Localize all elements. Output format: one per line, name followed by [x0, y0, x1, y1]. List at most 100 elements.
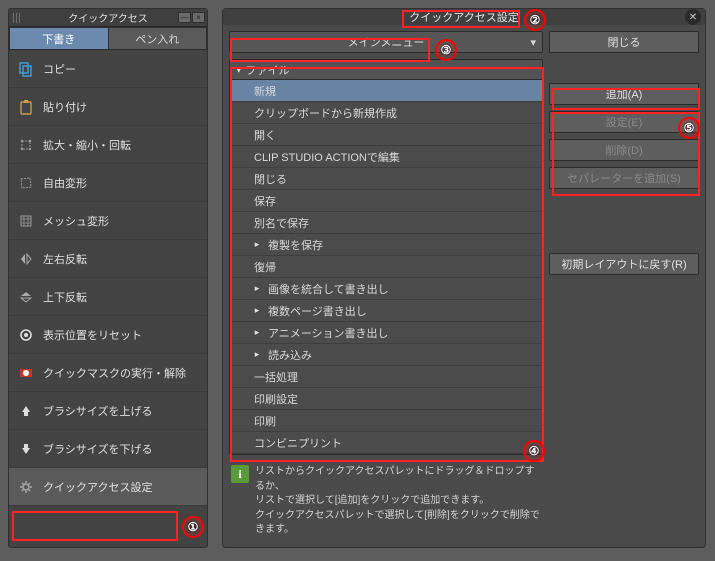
mask-icon — [17, 364, 35, 382]
palette-item-label: 貼り付け — [43, 99, 87, 115]
add-button[interactable]: 追加(A) — [549, 83, 699, 105]
settings-button: 設定(E) — [549, 111, 699, 133]
palette-header[interactable]: クイックアクセス — × — [9, 9, 207, 27]
tree-item-label: 開く — [254, 127, 276, 143]
palette-item-label: 拡大・縮小・回転 — [43, 137, 131, 153]
tree-group-label: ファイル — [246, 62, 290, 78]
palette-item-scale[interactable]: 拡大・縮小・回転 — [9, 126, 207, 164]
tree-item-label: 新規 — [254, 83, 276, 99]
tree-item-label: 印刷 — [254, 413, 276, 429]
minimize-icon[interactable]: — — [178, 12, 191, 23]
triangle-right-icon: ▸ — [252, 305, 262, 316]
tree-item[interactable]: コンビニプリント — [230, 432, 542, 454]
triangle-right-icon: ▸ — [252, 239, 262, 250]
dialog-header[interactable]: クイックアクセス設定 ✕ — [223, 9, 705, 25]
palette-item-paste[interactable]: 貼り付け — [9, 88, 207, 126]
tree-item[interactable]: 印刷設定 — [230, 388, 542, 410]
palette-item-brushdown[interactable]: ブラシサイズを下げる — [9, 430, 207, 468]
palette-item-fliph[interactable]: 左右反転 — [9, 240, 207, 278]
tree-item[interactable]: 開く — [230, 124, 542, 146]
gear-icon — [17, 478, 35, 496]
chevron-down-icon: ▾ — [236, 63, 242, 76]
tree-item[interactable]: クリップボードから新規作成 — [230, 102, 542, 124]
tree-item[interactable]: 別名で保存 — [230, 212, 542, 234]
tree-item-label: 複製を保存 — [268, 237, 323, 253]
tree-item[interactable]: 閉じる — [230, 168, 542, 190]
dialog-close-icon[interactable]: ✕ — [685, 9, 701, 25]
callout-1: ① — [182, 516, 204, 538]
tree-item-label: 別名で保存 — [254, 215, 309, 231]
close-icon[interactable]: × — [192, 12, 205, 23]
palette-item-label: クイックアクセス設定 — [43, 479, 152, 495]
tree-item[interactable]: 新規 — [230, 80, 542, 102]
palette-item-label: 上下反転 — [43, 289, 87, 305]
triangle-right-icon: ▸ — [252, 349, 262, 360]
palette-item-label: クイックマスクの実行・解除 — [43, 365, 186, 381]
delete-button: 削除(D) — [549, 139, 699, 161]
triangle-right-icon: ▸ — [252, 283, 262, 294]
chevron-down-icon: ▾ — [530, 36, 536, 49]
tree-item-label: コンビニプリント — [254, 435, 342, 451]
tree-item[interactable]: 一括処理 — [230, 366, 542, 388]
tree-item-label: 保存 — [254, 193, 276, 209]
brushup-icon — [17, 402, 35, 420]
tree-item-label: 閉じる — [254, 171, 287, 187]
grip-icon — [13, 13, 21, 23]
tree-item[interactable]: 印刷 — [230, 410, 542, 432]
fliph-icon — [17, 250, 35, 268]
palette-tabs: 下書き ペン入れ — [9, 27, 207, 49]
quick-access-settings-dialog: クイックアクセス設定 ✕ メインメニュー ▾ ▾ ファイル 新規クリップボードか… — [222, 8, 706, 548]
tree-item[interactable]: ▸アニメーション書き出し — [230, 322, 542, 344]
tree-item[interactable]: ▸ 読み込み — [230, 344, 542, 366]
tree-item[interactable]: ▸ 複製を保存 — [230, 234, 542, 256]
tab-draft[interactable]: 下書き — [9, 27, 108, 49]
palette-item-reset[interactable]: 表示位置をリセット — [9, 316, 207, 354]
hint-text: リストからクイックアクセスパレットにドラッグ＆ドロップするか、リストで選択して[… — [255, 465, 541, 538]
command-tree: ▾ ファイル 新規クリップボードから新規作成開く CLIP STUDIO ACTI… — [229, 59, 543, 455]
palette-item-mesh[interactable]: メッシュ変形 — [9, 202, 207, 240]
palette-item-label: メッシュ変形 — [43, 213, 109, 229]
palette-item-label: 左右反転 — [43, 251, 87, 267]
tab-ink[interactable]: ペン入れ — [108, 27, 208, 49]
category-dropdown[interactable]: メインメニュー ▾ — [229, 31, 543, 53]
hint-area: i リストからクイックアクセスパレットにドラッグ＆ドロップするか、リストで選択し… — [229, 461, 543, 546]
mesh-icon — [17, 212, 35, 230]
tree-item-label: アニメーション書き出し — [268, 325, 389, 341]
restore-layout-button[interactable]: 初期レイアウトに戻す(R) — [549, 253, 699, 275]
palette-item-gear[interactable]: クイックアクセス設定 — [9, 468, 207, 506]
palette-item-copy[interactable]: コピー — [9, 50, 207, 88]
tree-item[interactable]: CLIP STUDIO ACTIONで編集 — [230, 146, 542, 168]
palette-item-freeform[interactable]: 自由変形 — [9, 164, 207, 202]
palette-item-label: コピー — [43, 61, 76, 77]
tree-item-label: 複数ページ書き出し — [268, 303, 367, 319]
paste-icon — [17, 98, 35, 116]
palette-title: クイックアクセス — [68, 10, 148, 25]
copy-icon — [17, 60, 35, 78]
window-controls: — × — [178, 12, 205, 23]
tree-item[interactable]: 復帰 — [230, 256, 542, 278]
reset-icon — [17, 326, 35, 344]
palette-item-flipv[interactable]: 上下反転 — [9, 278, 207, 316]
separator-button: セパレーターを追加(S) — [549, 167, 699, 189]
palette-item-mask[interactable]: クイックマスクの実行・解除 — [9, 354, 207, 392]
palette-body: コピー貼り付け拡大・縮小・回転自由変形メッシュ変形左右反転上下反転表示位置をリセ… — [9, 49, 207, 547]
palette-item-label: 自由変形 — [43, 175, 87, 191]
palette-item-label: 表示位置をリセット — [43, 327, 142, 343]
tree-item[interactable]: ▸ 複数ページ書き出し — [230, 300, 542, 322]
quick-access-palette: クイックアクセス — × 下書き ペン入れ コピー貼り付け拡大・縮小・回転自由変… — [8, 8, 208, 548]
tree-item-label: クリップボードから新規作成 — [254, 105, 397, 121]
close-button[interactable]: 閉じる — [549, 31, 699, 53]
brushdown-icon — [17, 440, 35, 458]
dropdown-label: メインメニュー — [348, 34, 425, 50]
palette-item-brushup[interactable]: ブラシサイズを上げる — [9, 392, 207, 430]
tree-item-label: 一括処理 — [254, 369, 298, 385]
tree-item-label: CLIP STUDIO ACTIONで編集 — [254, 149, 400, 165]
tree-item[interactable]: ▸画像を統合して書き出し — [230, 278, 542, 300]
tree-item[interactable]: 保存 — [230, 190, 542, 212]
scale-icon — [17, 136, 35, 154]
callout-2: ② — [524, 9, 546, 31]
tree-item-label: 読み込み — [268, 347, 312, 363]
tree-group-file[interactable]: ▾ ファイル — [230, 60, 542, 80]
callout-5: ⑤ — [678, 117, 700, 139]
flipv-icon — [17, 288, 35, 306]
